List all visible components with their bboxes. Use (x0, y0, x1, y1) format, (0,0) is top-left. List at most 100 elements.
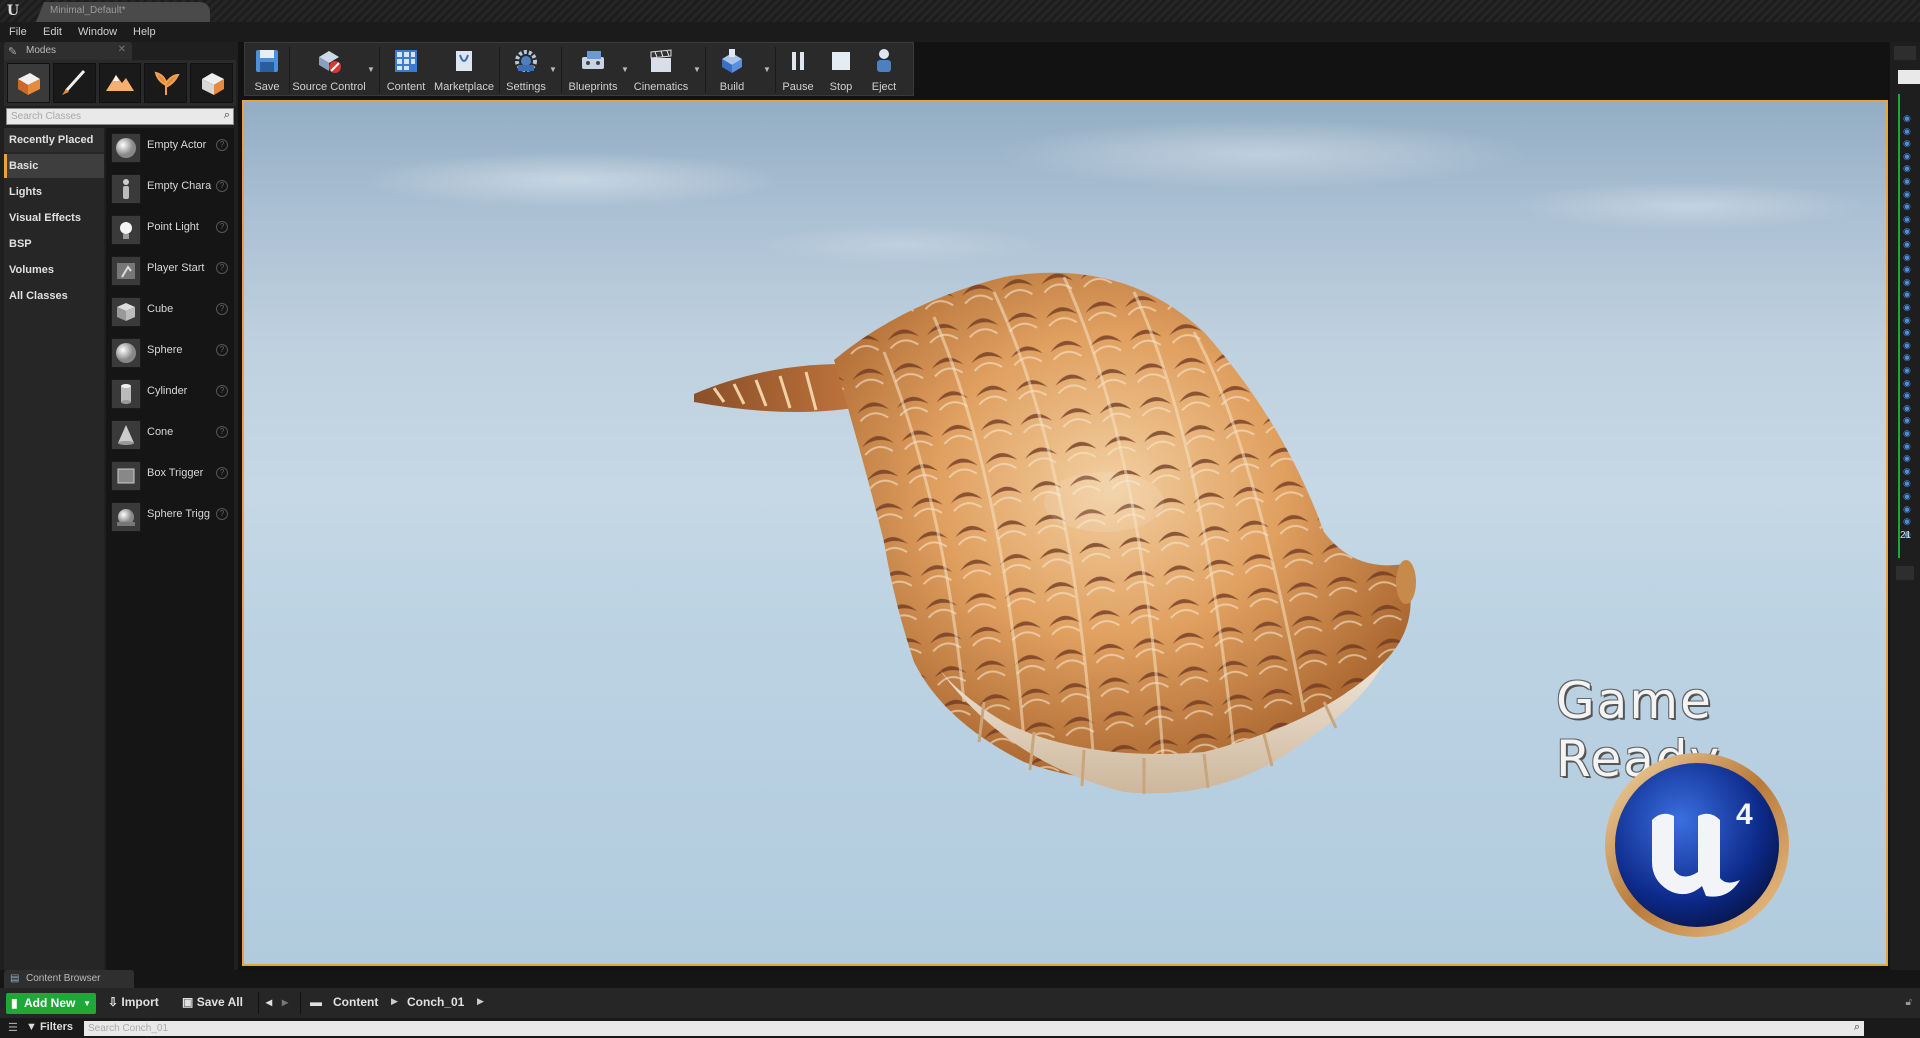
visibility-eye-icon[interactable]: ◉ (1903, 441, 1915, 450)
visibility-eye-icon[interactable]: ◉ (1903, 252, 1915, 261)
category-recently-placed[interactable]: Recently Placed (4, 128, 104, 152)
visibility-eye-icon[interactable]: ◉ (1903, 265, 1915, 274)
visibility-eye-icon[interactable]: ◉ (1903, 504, 1915, 513)
source-control-button[interactable]: Source Control (291, 43, 367, 97)
content-browser-tab[interactable]: ▤ Content Browser (4, 970, 134, 988)
category-volumes[interactable]: Volumes (4, 258, 104, 282)
class-item-sphere-trigger[interactable]: Sphere Trigg ? (106, 497, 234, 535)
visibility-eye-icon[interactable]: ◉ (1903, 378, 1915, 387)
help-icon[interactable]: ? (216, 467, 228, 479)
category-lights[interactable]: Lights (4, 180, 104, 204)
foliage-mode-button[interactable] (144, 63, 188, 103)
breadcrumb-separator-icon[interactable]: ▶ (391, 996, 398, 1007)
chevron-down-icon[interactable]: ▼ (621, 65, 629, 74)
visibility-eye-icon[interactable]: ◉ (1903, 290, 1915, 299)
stop-button[interactable]: Stop (821, 43, 861, 97)
visibility-eye-icon[interactable]: ◉ (1903, 353, 1915, 362)
geometry-mode-button[interactable] (190, 63, 233, 103)
class-item-point-light[interactable]: Point Light ? (106, 210, 234, 248)
panel-tab[interactable] (1894, 46, 1916, 60)
help-icon[interactable]: ? (216, 303, 228, 315)
save-all-button[interactable]: ▣ Save All (182, 995, 243, 1009)
visibility-eye-icon[interactable]: ◉ (1903, 492, 1915, 501)
help-icon[interactable]: ? (216, 180, 228, 192)
help-icon[interactable]: ? (216, 221, 228, 233)
sources-toggle-icon[interactable]: ☰ (8, 1021, 18, 1034)
class-item-box-trigger[interactable]: Box Trigger ? (106, 456, 234, 494)
paint-mode-button[interactable] (52, 63, 96, 103)
level-viewport[interactable]: Game Ready 4 (242, 100, 1888, 966)
visibility-eye-icon[interactable]: ◉ (1903, 328, 1915, 337)
visibility-eye-icon[interactable]: ◉ (1903, 479, 1915, 488)
visibility-eye-icon[interactable]: ◉ (1903, 114, 1915, 123)
search-classes-input[interactable] (7, 109, 215, 124)
visibility-eye-icon[interactable]: ◉ (1903, 454, 1915, 463)
details-tab[interactable] (1896, 566, 1914, 580)
class-item-empty-character[interactable]: Empty Chara ? (106, 169, 234, 207)
content-search-input[interactable] (84, 1021, 1824, 1036)
visibility-eye-icon[interactable]: ◉ (1903, 403, 1915, 412)
place-mode-button[interactable] (7, 63, 50, 103)
chevron-down-icon[interactable]: ▼ (763, 65, 771, 74)
settings-button[interactable]: Settings (501, 43, 551, 97)
visibility-eye-icon[interactable]: ◉ (1903, 189, 1915, 198)
class-item-cube[interactable]: Cube ? (106, 292, 234, 330)
visibility-eye-icon[interactable]: ◉ (1903, 151, 1915, 160)
chevron-down-icon[interactable]: ▼ (693, 65, 701, 74)
blueprints-button[interactable]: Blueprints (563, 43, 623, 97)
class-item-cylinder[interactable]: Cylinder ? (106, 374, 234, 412)
content-search-field[interactable]: ⌕ (84, 1021, 1864, 1036)
build-button[interactable]: Build (709, 43, 755, 97)
help-icon[interactable]: ? (216, 426, 228, 438)
close-icon[interactable]: ✕ (118, 44, 126, 55)
visibility-eye-icon[interactable]: ◉ (1903, 277, 1915, 286)
pause-button[interactable]: Pause (777, 43, 819, 97)
forward-arrow-icon[interactable]: ▸ (282, 995, 288, 1009)
menu-window[interactable]: Window (78, 26, 117, 38)
visibility-eye-icon[interactable]: ◉ (1903, 139, 1915, 148)
class-item-cone[interactable]: Cone ? (106, 415, 234, 453)
add-new-button[interactable]: ▮ Add New ▼ (6, 993, 96, 1014)
category-visual-effects[interactable]: Visual Effects (4, 206, 104, 230)
category-all-classes[interactable]: All Classes (4, 284, 104, 308)
visibility-eye-icon[interactable]: ◉ (1903, 126, 1915, 135)
class-item-empty-actor[interactable]: Empty Actor ? (106, 128, 234, 166)
help-icon[interactable]: ? (216, 139, 228, 151)
visibility-eye-icon[interactable]: ◉ (1903, 429, 1915, 438)
visibility-eye-icon[interactable]: ◉ (1903, 366, 1915, 375)
chevron-down-icon[interactable]: ▼ (367, 65, 375, 74)
help-icon[interactable]: ? (216, 385, 228, 397)
breadcrumb-content[interactable]: Content (333, 995, 378, 1009)
lock-icon[interactable]: 🔓︎ (1906, 997, 1912, 1008)
visibility-eye-icon[interactable]: ◉ (1903, 214, 1915, 223)
modes-tab[interactable]: ✎ Modes ✕ (4, 42, 132, 60)
search-classes-field[interactable]: ⌕ (6, 108, 234, 125)
breadcrumb-conch-01[interactable]: Conch_01 (407, 995, 464, 1009)
menu-help[interactable]: Help (133, 26, 156, 38)
help-icon[interactable]: ? (216, 344, 228, 356)
help-icon[interactable]: ? (216, 508, 228, 520)
outliner-search-input[interactable] (1898, 70, 1920, 84)
marketplace-button[interactable]: Marketplace (433, 43, 495, 97)
visibility-eye-icon[interactable]: ◉ (1903, 177, 1915, 186)
category-bsp[interactable]: BSP (4, 232, 104, 256)
visibility-eye-icon[interactable]: ◉ (1903, 340, 1915, 349)
content-button[interactable]: Content (381, 43, 431, 97)
document-tab[interactable]: Minimal_Default* (36, 2, 210, 22)
save-button[interactable]: Save (247, 43, 287, 97)
visibility-eye-icon[interactable]: ◉ (1903, 240, 1915, 249)
unreal-logo-icon[interactable]: U (2, 1, 24, 21)
visibility-eye-icon[interactable]: ◉ (1903, 466, 1915, 475)
cinematics-button[interactable]: Cinematics (631, 43, 691, 97)
visibility-eye-icon[interactable]: ◉ (1903, 517, 1915, 526)
menu-file[interactable]: File (9, 26, 27, 38)
landscape-mode-button[interactable] (98, 63, 142, 103)
menu-edit[interactable]: Edit (43, 26, 62, 38)
visibility-eye-icon[interactable]: ◉ (1903, 303, 1915, 312)
filters-button[interactable]: ▼ Filters (26, 1021, 73, 1033)
category-basic[interactable]: Basic (4, 154, 104, 178)
back-arrow-icon[interactable]: ◂ (266, 995, 272, 1009)
help-icon[interactable]: ? (216, 262, 228, 274)
breadcrumb-separator-icon[interactable]: ▶ (477, 996, 484, 1007)
visibility-eye-icon[interactable]: ◉ (1903, 164, 1915, 173)
